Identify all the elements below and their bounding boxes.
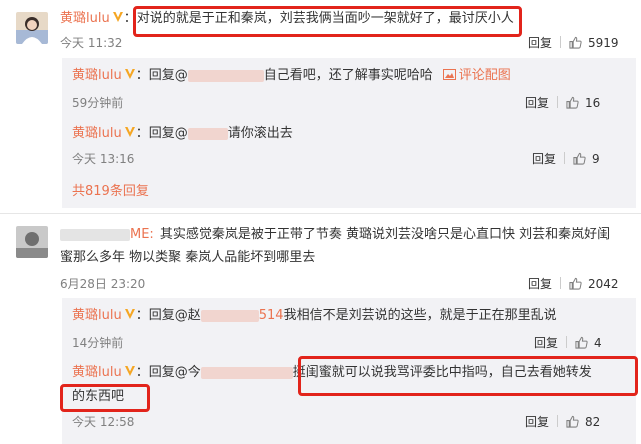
more-replies-link[interactable]: 共819条回复 xyxy=(72,183,149,201)
thumbs-up-icon[interactable] xyxy=(573,152,586,165)
comment-actions: 回复 2042 xyxy=(528,275,619,292)
comment-body: ME: 其实感觉秦岚是被于正带了节奏 黄璐说刘芸没啥只是心直口快 刘芸和秦岚好闺 xyxy=(60,226,610,244)
avatar[interactable] xyxy=(16,226,48,258)
highlight-box-1 xyxy=(133,6,522,37)
username[interactable]: 黄璐lulu xyxy=(60,11,110,26)
comment-time: 今天 11:32 xyxy=(60,36,123,50)
avatar[interactable] xyxy=(16,12,48,44)
mention-tail[interactable]: 514 xyxy=(259,308,284,323)
verified-v-icon xyxy=(124,69,135,79)
username[interactable]: 黄璐lulu xyxy=(72,126,122,141)
reply-button[interactable]: 回复 xyxy=(534,336,558,350)
comment-image-link[interactable]: 评论配图 xyxy=(442,68,511,83)
reply-1: 黄璐lulu ：回复@赵 514我相信不是刘芸说的这些，就是于正在那里乱说 xyxy=(72,308,557,323)
verified-v-icon xyxy=(124,366,135,376)
username-suffix[interactable]: ME: xyxy=(130,227,154,242)
reply-button[interactable]: 回复 xyxy=(528,36,552,50)
reply-prefix: 回复@ xyxy=(148,126,188,141)
reply-actions: 回复 82 xyxy=(525,413,600,430)
reply-actions: 回复 16 xyxy=(525,94,600,111)
reply-prefix: 回复@ xyxy=(148,68,188,83)
thumbs-up-icon[interactable] xyxy=(569,36,582,49)
reply-list: 黄璐lulu ：回复@ 自己看吧，还了解事实呢哈哈 评论配图 59分钟前 回复 16 黄… xyxy=(62,58,636,208)
comment-text: 其实感觉秦岚是被于正带了节奏 黄璐说刘芸没啥只是心直口快 刘芸和秦岚好闺 xyxy=(159,227,611,242)
highlight-box-2 xyxy=(298,356,638,396)
highlight-box-3 xyxy=(60,384,150,412)
reply-2: 黄璐lulu ：回复@ 请你滚出去 xyxy=(72,126,293,141)
reply-prefix: 回复@今 xyxy=(148,365,201,380)
like-count: 2042 xyxy=(588,277,619,291)
reply-button[interactable]: 回复 xyxy=(525,96,549,110)
like-count: 5919 xyxy=(588,36,619,50)
comment-body-line-2: 蜜那么多年 物以类聚 秦岚人品能坏到哪里去 xyxy=(60,250,316,265)
username[interactable]: 黄璐lulu xyxy=(72,365,122,380)
blurred-mention xyxy=(200,309,259,322)
thumbs-up-icon[interactable] xyxy=(569,277,582,290)
verified-v-icon xyxy=(112,12,123,22)
like-count: 4 xyxy=(594,336,602,350)
reply-button[interactable]: 回复 xyxy=(532,152,556,166)
verified-v-icon xyxy=(124,309,135,319)
reply-actions: 回复 4 xyxy=(534,334,602,351)
like-count: 82 xyxy=(585,415,601,429)
reply-text: 自己看吧，还了解事实呢哈哈 xyxy=(263,68,433,83)
reply-1: 黄璐lulu ：回复@ 自己看吧，还了解事实呢哈哈 评论配图 xyxy=(72,68,511,83)
blurred-mention xyxy=(187,69,264,82)
thumbs-up-icon[interactable] xyxy=(575,336,588,349)
reply-button[interactable]: 回复 xyxy=(525,415,549,429)
username[interactable]: 黄璐lulu xyxy=(72,68,122,83)
reply-actions: 回复 9 xyxy=(532,150,600,167)
thumbs-up-icon[interactable] xyxy=(566,415,579,428)
reply-time: 今天 13:16 xyxy=(72,152,135,166)
reply-prefix: 回复@赵 xyxy=(148,308,201,323)
comment-time: 6月28日 23:20 xyxy=(60,277,146,291)
reply-time: 59分钟前 xyxy=(72,96,124,110)
image-icon xyxy=(442,69,456,80)
thumbs-up-icon[interactable] xyxy=(566,96,579,109)
avatar-image xyxy=(16,226,48,258)
username[interactable]: 黄璐lulu xyxy=(72,308,122,323)
blurred-mention xyxy=(187,127,228,140)
reply-time: 14分钟前 xyxy=(72,336,124,350)
blurred-username xyxy=(60,228,130,241)
reply-text: 请你滚出去 xyxy=(227,126,293,141)
verified-v-icon xyxy=(124,127,135,137)
like-count: 9 xyxy=(592,152,600,166)
like-count: 16 xyxy=(585,96,601,110)
reply-button[interactable]: 回复 xyxy=(528,277,552,291)
blurred-mention xyxy=(200,366,293,379)
reply-time: 今天 12:58 xyxy=(72,415,135,429)
avatar-image xyxy=(16,12,48,44)
reply-text: 我相信不是刘芸说的这些，就是于正在那里乱说 xyxy=(283,308,557,323)
comment-actions: 回复 5919 xyxy=(528,34,619,51)
